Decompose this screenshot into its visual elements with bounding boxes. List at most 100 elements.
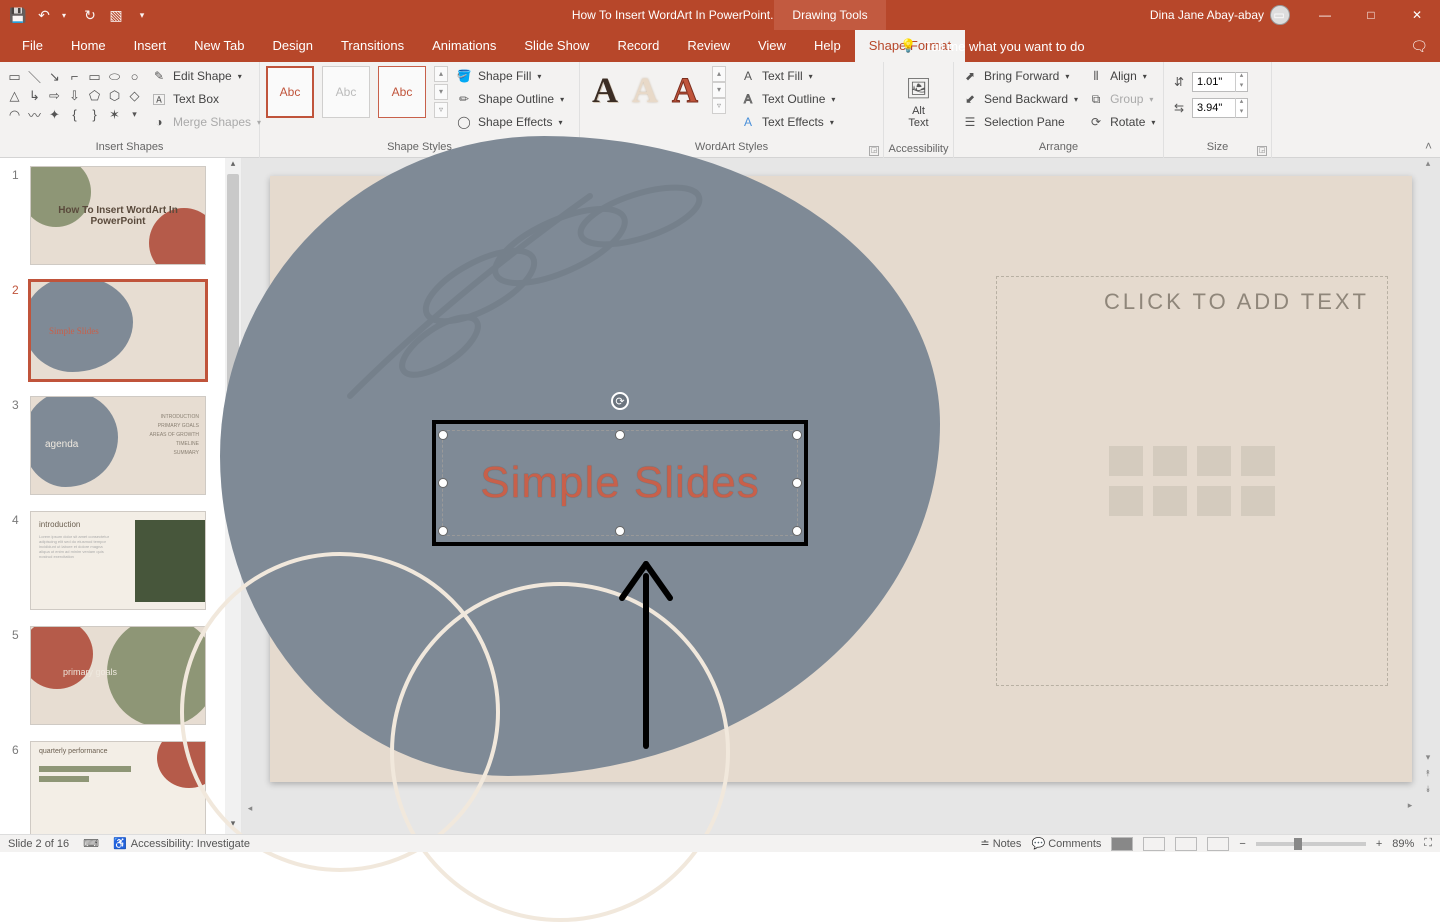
align-button[interactable]: ⫴Align ▾ [1086, 66, 1157, 86]
shape-oval-icon[interactable]: ○ [126, 68, 143, 85]
insert-3d-icon[interactable] [1241, 446, 1275, 476]
reading-view-button[interactable] [1175, 837, 1197, 851]
shape-gallery[interactable]: ▭ ＼ ↘ ⌐ ▭ ⬭ ○ △ ↳ ⇨ ⇩ ⬠ ⬡ ◇ ◠ 〰 ✦ { } ✶ [6, 66, 143, 123]
shape-hexagon-icon[interactable]: ⬡ [106, 87, 123, 104]
undo-icon[interactable]: ↶ [36, 7, 52, 23]
send-backward-button[interactable]: ⬋Send Backward ▾ [960, 89, 1080, 109]
insert-picture-icon[interactable] [1109, 486, 1143, 516]
tab-animations[interactable]: Animations [418, 30, 510, 62]
text-fill-button[interactable]: AText Fill ▾ [738, 66, 837, 86]
tab-newtab[interactable]: New Tab [180, 30, 258, 62]
insert-chart-icon[interactable] [1153, 446, 1187, 476]
undo-more-icon[interactable]: ▾ [56, 7, 72, 23]
next-slide-icon[interactable]: ⯯ [1420, 784, 1436, 800]
text-box-button[interactable]: 🄰Text Box [149, 89, 263, 109]
language-icon[interactable]: ⌨ [83, 837, 99, 850]
resize-handle-w[interactable] [438, 478, 448, 488]
fit-to-window-button[interactable]: ⛶ [1424, 837, 1432, 850]
wordart-style-spinner[interactable]: ▴▾▿ [712, 66, 726, 114]
rotate-handle[interactable]: ⟳ [611, 392, 629, 410]
resize-handle-nw[interactable] [438, 430, 448, 440]
wordart-styles-dialog-launcher[interactable]: ◲ [869, 146, 879, 156]
size-dialog-launcher[interactable]: ◲ [1257, 146, 1267, 156]
rotate-button[interactable]: ⟳Rotate ▾ [1086, 112, 1157, 132]
shape-triangle-icon[interactable]: △ [6, 87, 23, 104]
width-down[interactable]: ▾ [1235, 108, 1247, 118]
insert-table-icon[interactable] [1109, 446, 1143, 476]
tab-file[interactable]: File [8, 30, 57, 62]
shape-arc-icon[interactable]: ◠ [6, 106, 23, 123]
hscroll-right-icon[interactable]: ▸ [1402, 800, 1418, 811]
zoom-knob[interactable] [1294, 838, 1302, 850]
slide-counter[interactable]: Slide 2 of 16 [8, 838, 69, 850]
shape-line2-icon[interactable]: ↘ [46, 68, 63, 85]
shape-more-icon[interactable]: ▾ [126, 106, 143, 123]
bring-forward-button[interactable]: ⬈Bring Forward ▾ [960, 66, 1080, 86]
thumbnail-2[interactable]: 2 Simple Slides [0, 273, 241, 388]
shape-effects-button[interactable]: ◯Shape Effects ▾ [454, 112, 566, 132]
shape-outline-button[interactable]: ✏Shape Outline ▾ [454, 89, 566, 109]
save-icon[interactable]: 💾 [10, 7, 26, 23]
tab-home[interactable]: Home [57, 30, 120, 62]
tab-help[interactable]: Help [800, 30, 855, 62]
insert-smartart-icon[interactable] [1197, 446, 1231, 476]
content-placeholder[interactable]: CLICK TO ADD TEXT [996, 276, 1388, 686]
shape-arrow2-icon[interactable]: ⇩ [66, 87, 83, 104]
collapse-ribbon-icon[interactable]: ˄ [1425, 139, 1432, 153]
height-input[interactable]: ▴▾ [1192, 72, 1248, 92]
shape-freeform-icon[interactable]: ✦ [46, 106, 63, 123]
slide-sorter-view-button[interactable] [1143, 837, 1165, 851]
zoom-slider[interactable] [1256, 842, 1366, 846]
wordart-style-2[interactable]: A [632, 69, 658, 111]
wordart-style-1[interactable]: A [592, 69, 618, 111]
width-up[interactable]: ▴ [1235, 98, 1247, 108]
resize-handle-sw[interactable] [438, 526, 448, 536]
thumbnail-1[interactable]: 1 How To Insert WordArt In PowerPoint [0, 158, 241, 273]
selection-pane-button[interactable]: ☰Selection Pane [960, 112, 1080, 132]
normal-view-button[interactable] [1111, 837, 1133, 851]
insert-icon-icon[interactable] [1241, 486, 1275, 516]
shape-bracket-icon[interactable]: } [86, 106, 103, 123]
hscroll-left-icon[interactable]: ◂ [242, 803, 258, 814]
zoom-out-button[interactable]: − [1239, 838, 1245, 850]
shape-pentagon-icon[interactable]: ⬠ [86, 87, 103, 104]
close-icon[interactable]: ✕ [1394, 0, 1440, 30]
scroll-up-icon[interactable]: ▴ [225, 158, 241, 174]
thumbnail-3[interactable]: 3 agenda INTRODUCTION PRIMARY GOALS AREA… [0, 388, 241, 503]
shape-arrow-icon[interactable]: ⇨ [46, 87, 63, 104]
text-outline-button[interactable]: AText Outline ▾ [738, 89, 837, 109]
share-icon[interactable]: 🗨 [1410, 30, 1428, 62]
prev-slide-icon[interactable]: ⯭ [1420, 768, 1436, 784]
accessibility-status[interactable]: ♿Accessibility: Investigate [113, 837, 250, 850]
shape-textbox-icon[interactable]: ▭ [6, 68, 23, 85]
insert-video-icon[interactable] [1197, 486, 1231, 516]
tab-transitions[interactable]: Transitions [327, 30, 418, 62]
shape-brace-icon[interactable]: { [66, 106, 83, 123]
wordart-text[interactable]: Simple Slides [450, 438, 790, 528]
shape-style-2[interactable]: Abc [322, 66, 370, 118]
shape-diamond-icon[interactable]: ◇ [126, 87, 143, 104]
shape-style-gallery[interactable]: Abc Abc Abc ▴▾▿ [266, 66, 448, 118]
shape-style-3[interactable]: Abc [378, 66, 426, 118]
wordart-style-3[interactable]: A [672, 69, 698, 111]
edit-shape-button[interactable]: ✎Edit Shape ▾ [149, 66, 263, 86]
height-field[interactable] [1193, 76, 1235, 88]
resize-handle-e[interactable] [792, 478, 802, 488]
ribbon-display-options-icon[interactable]: ▭ [1256, 0, 1302, 30]
wordart-object[interactable]: ⟳ Simple Slides [432, 420, 808, 546]
tab-design[interactable]: Design [259, 30, 327, 62]
shape-curve-icon[interactable]: 〰 [26, 106, 43, 123]
tell-me-search[interactable]: 💡 Tell me what you want to do [900, 30, 1085, 62]
wordart-style-gallery[interactable]: A A A ▴▾▿ [586, 66, 732, 114]
slideshow-view-button[interactable] [1207, 837, 1229, 851]
shape-star-icon[interactable]: ✶ [106, 106, 123, 123]
shape-roundrect-icon[interactable]: ⬭ [106, 68, 123, 85]
slide-canvas[interactable]: CLICK TO ADD TEXT ⟳ [270, 176, 1412, 782]
tab-insert[interactable]: Insert [120, 30, 181, 62]
height-down[interactable]: ▾ [1235, 82, 1247, 92]
height-up[interactable]: ▴ [1235, 72, 1247, 82]
width-field[interactable] [1193, 102, 1235, 114]
comments-button[interactable]: 💬 Comments [1031, 837, 1101, 850]
tab-review[interactable]: Review [673, 30, 744, 62]
shape-rect-icon[interactable]: ▭ [86, 68, 103, 85]
